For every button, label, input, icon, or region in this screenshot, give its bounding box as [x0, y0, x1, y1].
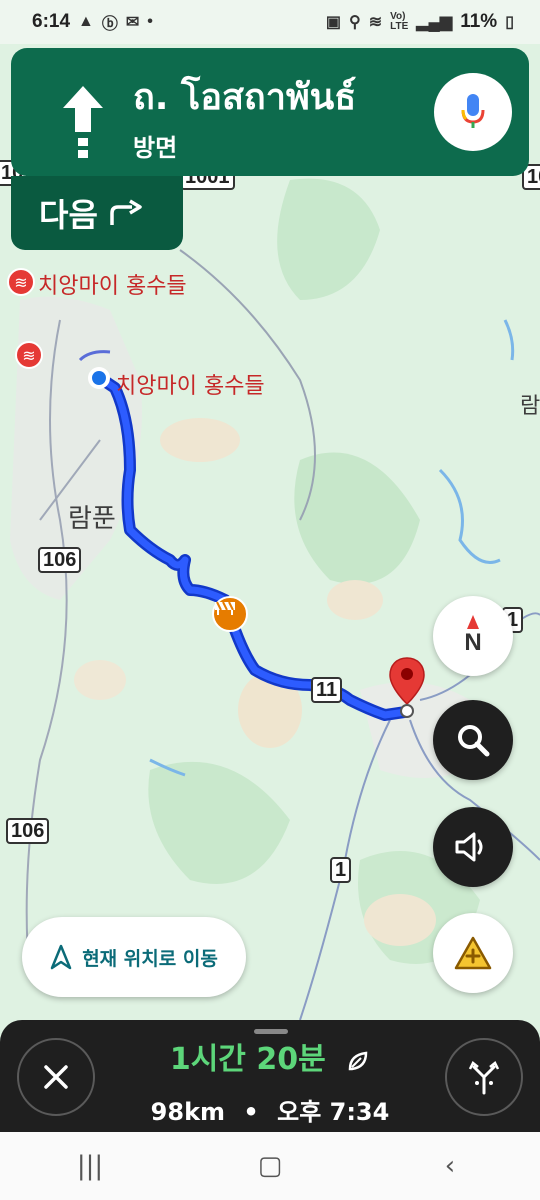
- recenter-button[interactable]: 현재 위치로 이동: [22, 917, 246, 997]
- edge-town-label: 람: [520, 394, 540, 419]
- home-icon[interactable]: ▢: [240, 1151, 300, 1181]
- add-report-icon: [454, 936, 492, 970]
- status-bar: 6:14 ▲ ⓑ ✉ • ▣ ⚲ ≋ Vo) LTE ▂▄▆ 11% ▯: [0, 0, 540, 44]
- next-label: 다음: [39, 196, 98, 234]
- route-shield: 11: [311, 677, 343, 703]
- water-park-icon[interactable]: ≋: [7, 268, 35, 296]
- signal-icon: ▂▄▆: [416, 14, 453, 31]
- search-icon: [458, 725, 490, 757]
- turn-right-icon: [110, 199, 142, 225]
- straight-arrow-icon: [63, 86, 103, 158]
- compass-label: N: [464, 629, 482, 656]
- compass-icon: N: [464, 615, 482, 657]
- search-button[interactable]: [433, 700, 513, 780]
- alternate-routes-button[interactable]: [445, 1038, 523, 1116]
- sound-button[interactable]: [433, 807, 513, 887]
- navigation-icon: ▲: [78, 13, 94, 30]
- speaker-icon: [455, 832, 483, 862]
- battery-saver-icon: ▣: [325, 14, 341, 31]
- navigation-banner[interactable]: ถ. โอสถาพันธ์ 방면: [11, 48, 529, 176]
- compass-button[interactable]: N: [433, 596, 513, 676]
- trip-distance: 98km: [150, 1098, 226, 1126]
- recenter-label: 현재 위치로 이동: [82, 947, 218, 970]
- destination-pin-icon[interactable]: [388, 656, 426, 718]
- battery-level: 11%: [460, 11, 498, 32]
- b-app-icon: ⓑ: [101, 16, 118, 33]
- microphone-icon: [461, 94, 485, 128]
- poi-label-1[interactable]: 치앙마이 홍수들: [38, 268, 187, 300]
- construction-icon[interactable]: [212, 596, 248, 632]
- next-turn-chip[interactable]: 다음: [11, 176, 183, 250]
- navigation-arrow-icon: [50, 944, 72, 970]
- route-shield: 106: [6, 818, 50, 844]
- back-icon[interactable]: ‹: [420, 1151, 480, 1181]
- system-navigation-bar: ||| ▢ ‹: [0, 1132, 540, 1200]
- origin-marker[interactable]: [88, 367, 110, 389]
- location-icon: ⚲: [348, 14, 361, 31]
- recent-apps-icon[interactable]: |||: [60, 1151, 120, 1181]
- route-shield: 106: [38, 547, 82, 573]
- trip-duration: 1시간 20분: [169, 1042, 326, 1077]
- trip-separator: •: [243, 1098, 259, 1126]
- poi-label-2[interactable]: 치앙마이 홍수들: [116, 368, 265, 400]
- mail-icon: ✉: [125, 14, 140, 31]
- town-label: 람푼: [68, 504, 116, 534]
- water-park-icon[interactable]: ≋: [15, 341, 43, 369]
- direction-label: 방면: [133, 134, 178, 162]
- dot-icon: •: [147, 13, 153, 30]
- trip-summary-panel[interactable]: 1시간 20분 98km • 오후 7:34: [0, 1020, 540, 1132]
- wifi-icon: ≋: [368, 14, 383, 31]
- arrival-time: 오후 7:34: [277, 1098, 390, 1126]
- volte-icon: Vo) LTE: [390, 11, 409, 32]
- report-incident-button[interactable]: [433, 913, 513, 993]
- route-shield: 1: [330, 857, 352, 883]
- status-time: 6:14: [32, 11, 71, 32]
- voice-search-button[interactable]: [434, 73, 512, 151]
- battery-icon: ▯: [505, 14, 514, 31]
- street-name: ถ. โอสถาพันธ์: [133, 77, 357, 118]
- route-options-icon: [468, 1061, 500, 1095]
- eco-leaf-icon: [348, 1051, 368, 1070]
